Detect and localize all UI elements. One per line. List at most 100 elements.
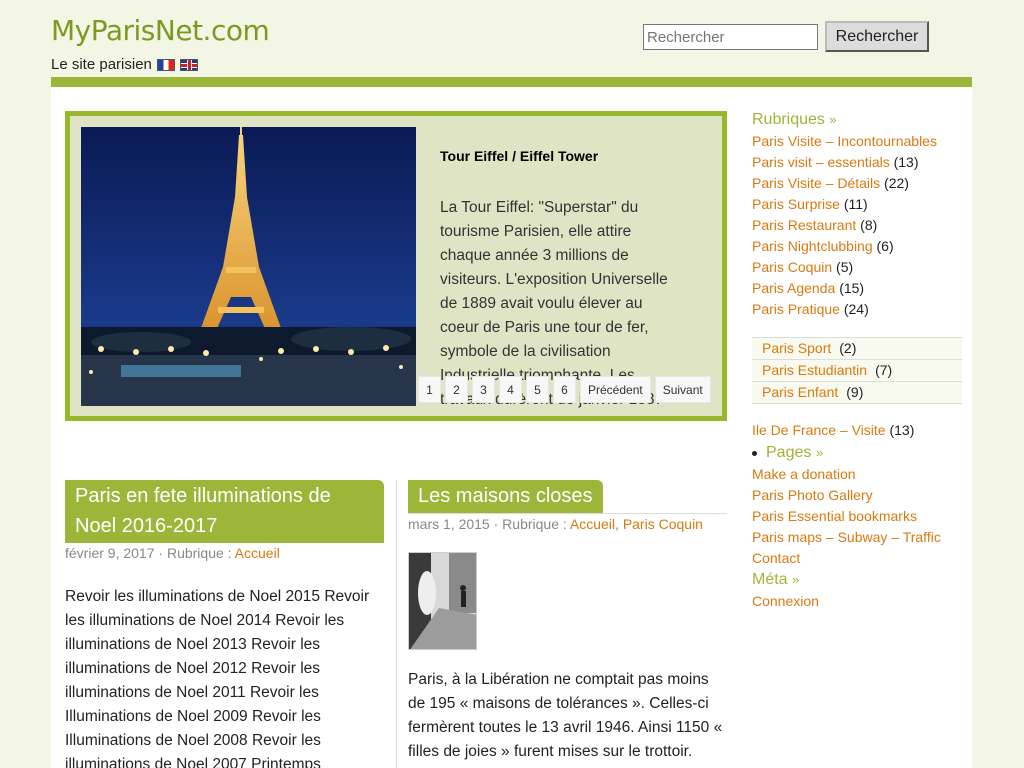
post-date: février 9, 2017 bbox=[65, 545, 155, 561]
rubrique-count: (15) bbox=[839, 280, 865, 296]
list-item: Paris Estudiantin (7) bbox=[752, 360, 962, 382]
slider-nav: 1 2 3 4 5 6 Précédent Suivant bbox=[418, 376, 711, 403]
uk-flag-icon[interactable] bbox=[179, 58, 198, 71]
rubrique-count: (5) bbox=[836, 259, 854, 275]
site-title[interactable]: MyParisNet.com bbox=[51, 14, 270, 47]
rubrique-count: (8) bbox=[860, 217, 878, 233]
meta-list: Connexion bbox=[752, 591, 962, 612]
login-link[interactable]: Connexion bbox=[752, 593, 819, 609]
post-category-link[interactable]: Paris Coquin bbox=[623, 516, 703, 532]
bullet-icon bbox=[752, 450, 757, 456]
list-item: Connexion bbox=[752, 591, 962, 612]
list-item: Ile De France – Visite (13) bbox=[752, 420, 962, 441]
slider-page-4[interactable]: 4 bbox=[499, 376, 522, 403]
eiffel-tower-image[interactable] bbox=[81, 127, 416, 406]
sub-rubrique-count: (9) bbox=[846, 384, 864, 400]
post-title[interactable]: Paris en fete illuminations de Noel 2016… bbox=[65, 480, 384, 543]
post-card: Les maisons closes mars 1, 2015 · Rubriq… bbox=[408, 480, 727, 764]
post-card: Paris en fete illuminations de Noel 2016… bbox=[65, 480, 384, 768]
pages-heading-label: Pages bbox=[766, 444, 812, 461]
post-meta: mars 1, 2015 · Rubrique : Accueil, Paris… bbox=[408, 516, 703, 532]
ile-de-france-link[interactable]: Ile De France – Visite bbox=[752, 422, 886, 438]
page-link-contact[interactable]: Contact bbox=[752, 550, 800, 566]
post-date: mars 1, 2015 bbox=[408, 516, 490, 532]
rubriques-heading-label: Rubriques bbox=[752, 111, 825, 128]
slider-page-2[interactable]: 2 bbox=[445, 376, 468, 403]
list-item: Paris visit – essentials (13) bbox=[752, 152, 962, 173]
raquo-icon: » bbox=[829, 112, 837, 127]
list-item: Paris Photo Gallery bbox=[752, 485, 962, 506]
featured-slider: Tour Eiffel / Eiffel Tower La Tour Eiffe… bbox=[65, 111, 727, 421]
post-thumbnail[interactable] bbox=[408, 552, 477, 650]
slider-page-6[interactable]: 6 bbox=[553, 376, 576, 403]
list-item: Paris Coquin (5) bbox=[752, 257, 962, 278]
tagline-text: Le site parisien bbox=[51, 56, 152, 73]
slider-page-1[interactable]: 1 bbox=[418, 376, 441, 403]
post-rubrique-label: Rubrique : bbox=[502, 516, 567, 532]
rubrique-link[interactable]: Paris Visite – Incontournables bbox=[752, 133, 937, 149]
post-excerpt: Paris, à la Libération ne comptait pas m… bbox=[408, 671, 723, 760]
pages-list: Make a donation Paris Photo Gallery Pari… bbox=[752, 464, 962, 569]
slider-page-5[interactable]: 5 bbox=[526, 376, 549, 403]
page-link-photo-gallery[interactable]: Paris Photo Gallery bbox=[752, 487, 873, 503]
rubrique-count: (6) bbox=[876, 238, 894, 254]
page-link-bookmarks[interactable]: Paris Essential bookmarks bbox=[752, 508, 917, 524]
pages-heading: Pages » bbox=[752, 442, 962, 464]
ile-de-france-count: (13) bbox=[889, 422, 915, 438]
rubriques-list: Paris Visite – Incontournables Paris vis… bbox=[752, 131, 962, 320]
list-item: Contact bbox=[752, 548, 962, 569]
rubrique-count: (13) bbox=[893, 154, 919, 170]
post-meta: février 9, 2017 · Rubrique : Accueil bbox=[65, 545, 280, 561]
sub-rubrique-link[interactable]: Paris Estudiantin bbox=[762, 362, 867, 378]
post-category-link[interactable]: Accueil bbox=[570, 516, 615, 532]
slider-title[interactable]: Tour Eiffel / Eiffel Tower bbox=[440, 148, 598, 164]
search-input[interactable] bbox=[643, 24, 818, 50]
list-item: Paris maps – Subway – Traffic bbox=[752, 527, 962, 548]
search-button[interactable]: Rechercher bbox=[825, 21, 929, 52]
slider-next-button[interactable]: Suivant bbox=[654, 376, 711, 403]
sub-rubrique-count: (7) bbox=[875, 362, 893, 378]
raquo-icon: » bbox=[815, 445, 824, 460]
rubrique-link[interactable]: Paris Nightclubbing bbox=[752, 238, 873, 254]
post-category-link[interactable]: Accueil bbox=[235, 545, 280, 561]
ile-de-france-list: Ile De France – Visite (13) bbox=[752, 420, 962, 441]
rubrique-link[interactable]: Paris Coquin bbox=[752, 259, 832, 275]
rubrique-link[interactable]: Paris Restaurant bbox=[752, 217, 856, 233]
rubrique-link[interactable]: Paris Visite – Détails bbox=[752, 175, 880, 191]
slider-prev-button[interactable]: Précédent bbox=[580, 376, 651, 403]
list-item: Paris Agenda (15) bbox=[752, 278, 962, 299]
page-link-donation[interactable]: Make a donation bbox=[752, 466, 856, 482]
sub-rubrique-count: (2) bbox=[839, 340, 857, 356]
slider-page-3[interactable]: 3 bbox=[472, 376, 495, 403]
list-item: Make a donation bbox=[752, 464, 962, 485]
page-link-maps[interactable]: Paris maps – Subway – Traffic bbox=[752, 529, 941, 545]
raquo-icon: » bbox=[792, 572, 800, 587]
site-tagline: Le site parisien bbox=[51, 56, 198, 73]
rubrique-link[interactable]: Paris Agenda bbox=[752, 280, 835, 296]
list-item: Paris Visite – Incontournables bbox=[752, 131, 962, 152]
sub-rubriques-box: Paris Sport (2) Paris Estudiantin (7) Pari… bbox=[752, 337, 962, 404]
column-divider bbox=[396, 480, 397, 768]
rubrique-count: (22) bbox=[884, 175, 909, 191]
list-item: Paris Nightclubbing (6) bbox=[752, 236, 962, 257]
post-title[interactable]: Les maisons closes bbox=[408, 480, 603, 513]
rubrique-link[interactable]: Paris visit – essentials bbox=[752, 154, 890, 170]
rubrique-link[interactable]: Paris Surprise bbox=[752, 196, 840, 212]
header-divider bbox=[51, 77, 972, 87]
french-flag-icon[interactable] bbox=[156, 58, 175, 71]
post-rubrique-label: Rubrique : bbox=[166, 545, 232, 561]
list-item: Paris Pratique (24) bbox=[752, 299, 962, 320]
list-item: Paris Essential bookmarks bbox=[752, 506, 962, 527]
list-item: Paris Restaurant (8) bbox=[752, 215, 962, 236]
rubriques-heading: Rubriques » bbox=[752, 109, 962, 131]
rubrique-count: (11) bbox=[843, 196, 868, 212]
rubrique-link[interactable]: Paris Pratique bbox=[752, 301, 840, 317]
post-excerpt: Revoir les illuminations de Noel 2015 Re… bbox=[65, 588, 370, 768]
rubrique-count: (24) bbox=[843, 301, 869, 317]
meta-heading: Méta » bbox=[752, 569, 962, 591]
list-item: Paris Enfant (9) bbox=[752, 382, 962, 404]
sub-rubrique-link[interactable]: Paris Sport bbox=[762, 340, 831, 356]
list-item: Paris Sport (2) bbox=[752, 338, 962, 360]
sub-rubrique-link[interactable]: Paris Enfant bbox=[762, 384, 838, 400]
list-item: Paris Visite – Détails (22) bbox=[752, 173, 962, 194]
